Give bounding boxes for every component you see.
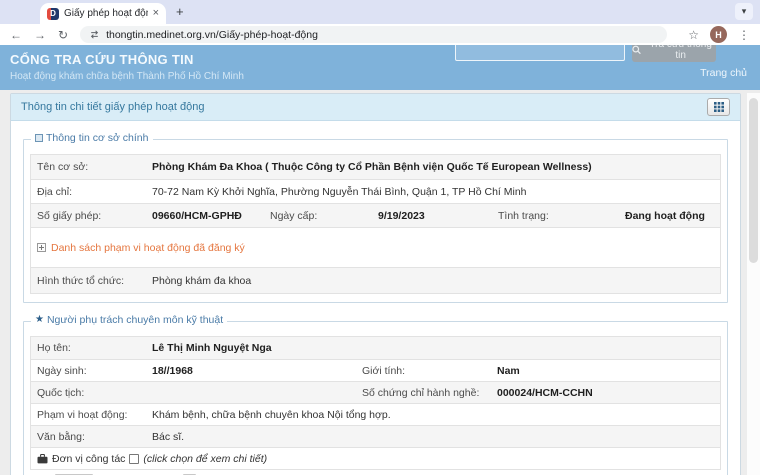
person-legend-label: Người phụ trách chuyên môn kỹ thuật — [47, 314, 223, 326]
issue-date-label: Ngày cấp: — [264, 210, 372, 222]
table-row: Họ tên: Lê Thị Minh Nguyệt Nga — [31, 337, 720, 359]
tab-title: Giấy phép hoạt động — [64, 8, 148, 19]
gender-value: Nam — [491, 365, 720, 377]
person-legend: ★ Người phụ trách chuyên môn kỹ thuật — [31, 314, 227, 326]
degree-label: Văn bằng: — [31, 431, 146, 443]
home-link[interactable]: Trang chủ — [700, 67, 747, 79]
gender-label: Giới tính: — [356, 365, 491, 377]
person-name-value: Lê Thị Minh Nguyệt Nga — [146, 342, 720, 354]
person-name-label: Họ tên: — [31, 342, 146, 354]
new-tab-button[interactable]: + — [176, 4, 184, 19]
table-row: Hình thức tổ chức: Phòng khám đa khoa — [31, 267, 720, 293]
tab-search-chevron-icon[interactable]: ▾ — [735, 3, 753, 20]
facility-table: Tên cơ sở: Phòng Khám Đa Khoa ( Thuộc Cô… — [30, 154, 721, 294]
site-favicon-icon: D — [47, 8, 59, 20]
table-row: Đơn vị công tác (click chọn để xem chi t… — [31, 447, 720, 469]
panel-body: Thông tin cơ sở chính Tên cơ sở: Phòng K… — [11, 121, 740, 475]
nationality-label: Quốc tịch: — [31, 387, 146, 399]
scope-list-expander[interactable]: Danh sách phạm vi hoạt động đã đăng ký — [31, 242, 720, 254]
site-info-icon — [89, 29, 100, 40]
search-input[interactable] — [455, 45, 625, 61]
table-row: Văn bằng: Bác sĩ. — [31, 425, 720, 447]
browser-tab-strip: D Giấy phép hoạt động × + ▾ — [0, 0, 760, 24]
org-type-value: Phòng khám đa khoa — [146, 275, 720, 287]
site-subtitle: Hoạt động khám chữa bệnh Thành Phố Hồ Ch… — [10, 71, 244, 82]
bookmark-star-icon[interactable]: ☆ — [688, 29, 699, 41]
panel-header: Thông tin chi tiết giấy phép hoạt động — [11, 94, 740, 121]
table-row: Phạm vi hoạt động: Khám bệnh, chữa bệnh … — [31, 403, 720, 425]
facility-name-label: Tên cơ sở: — [31, 161, 146, 173]
grid-icon — [714, 102, 724, 112]
issue-date-value: 9/19/2023 — [372, 210, 492, 222]
scope-list-label: Danh sách phạm vi hoạt động đã đăng ký — [51, 242, 245, 254]
status-value: Đang hoạt động — [619, 210, 720, 222]
tab-close-icon[interactable]: × — [153, 8, 159, 19]
workplace-note: (click chọn để xem chi tiết) — [143, 453, 267, 465]
scrollbar-thumb[interactable] — [749, 98, 758, 263]
facility-address-value: 70-72 Nam Kỳ Khởi Nghĩa, Phường Nguyễn T… — [146, 186, 720, 198]
screen: D Giấy phép hoạt động × + ▾ ← → ↻ thongt… — [0, 0, 760, 475]
facility-icon — [35, 134, 43, 142]
workplace-label: Đơn vị công tác — [52, 453, 125, 465]
license-number-label: Số giấy phép: — [31, 210, 146, 222]
org-type-label: Hình thức tổ chức: — [31, 275, 146, 287]
status-label: Tình trạng: — [492, 210, 619, 222]
browser-menu-icon[interactable]: ⋮ — [738, 29, 750, 41]
briefcase-icon — [37, 454, 48, 464]
browser-tab[interactable]: D Giấy phép hoạt động × — [40, 3, 166, 24]
forward-button[interactable]: → — [34, 29, 46, 41]
practice-scope-label: Phạm vi hoạt động: — [31, 409, 146, 421]
site-title: CỔNG TRA CỨU THÔNG TIN — [10, 52, 194, 67]
practice-scope-value: Khám bệnh, chữa bệnh chuyên khoa Nội tổn… — [146, 409, 720, 421]
cert-number-value: 000024/HCM-CCHN — [491, 387, 720, 399]
table-row: Tên cơ sở: Phòng Khám Đa Khoa ( Thuộc Cô… — [31, 155, 720, 179]
degree-value: Bác sĩ. — [146, 431, 720, 443]
cert-number-label: Số chứng chỉ hành nghề: — [356, 387, 491, 399]
person-table: Họ tên: Lê Thị Minh Nguyệt Nga Ngày sinh… — [30, 336, 721, 470]
page-scrollbar[interactable] — [747, 93, 760, 475]
address-bar[interactable]: thongtin.medinet.org.vn/Giấy-phép-hoạt-đ… — [80, 26, 667, 43]
search-icon — [632, 45, 641, 55]
grid-view-button[interactable] — [707, 98, 730, 116]
search-button[interactable]: Tra cứu thông tin — [632, 45, 716, 62]
site-header: CỔNG TRA CỨU THÔNG TIN Hoạt động khám ch… — [0, 45, 760, 90]
detail-panel: Thông tin chi tiết giấy phép hoạt động — [10, 93, 741, 475]
search-button-label: Tra cứu thông tin — [645, 45, 716, 61]
profile-avatar[interactable]: H — [710, 26, 727, 43]
workplace-checkbox[interactable] — [129, 454, 139, 464]
page-content: Thông tin chi tiết giấy phép hoạt động — [0, 93, 760, 475]
facility-legend-label: Thông tin cơ sở chính — [46, 132, 149, 144]
license-number-value: 09660/HCM-GPHĐ — [146, 210, 264, 222]
panel-title: Thông tin chi tiết giấy phép hoạt động — [21, 101, 204, 113]
table-row: Ngày sinh: 18//1968 Giới tính: Nam — [31, 359, 720, 381]
back-button[interactable]: ← — [10, 29, 22, 41]
facility-address-label: Địa chỉ: — [31, 186, 146, 198]
table-row: Số giấy phép: 09660/HCM-GPHĐ Ngày cấp: 9… — [31, 203, 720, 227]
reload-button[interactable]: ↻ — [58, 29, 68, 41]
table-row: Quốc tịch: Số chứng chỉ hành nghề: 00002… — [31, 381, 720, 403]
dob-value: 18//1968 — [146, 365, 356, 377]
facility-legend: Thông tin cơ sở chính — [31, 132, 153, 144]
person-fieldset: ★ Người phụ trách chuyên môn kỹ thuật Họ… — [23, 321, 728, 475]
browser-toolbar: ← → ↻ thongtin.medinet.org.vn/Giấy-phép-… — [0, 24, 760, 45]
dob-label: Ngày sinh: — [31, 365, 146, 377]
star-icon: ★ — [35, 315, 44, 325]
expand-plus-icon[interactable] — [37, 243, 46, 252]
url-text: thongtin.medinet.org.vn/Giấy-phép-hoạt-đ… — [106, 29, 318, 41]
facility-name-value: Phòng Khám Đa Khoa ( Thuộc Công ty Cổ Ph… — [146, 161, 720, 173]
workplace-row: Đơn vị công tác (click chọn để xem chi t… — [31, 453, 720, 465]
table-row: Danh sách phạm vi hoạt động đã đăng ký — [31, 227, 720, 267]
facility-fieldset: Thông tin cơ sở chính Tên cơ sở: Phòng K… — [23, 139, 728, 303]
table-row: Địa chỉ: 70-72 Nam Kỳ Khởi Nghĩa, Phường… — [31, 179, 720, 203]
